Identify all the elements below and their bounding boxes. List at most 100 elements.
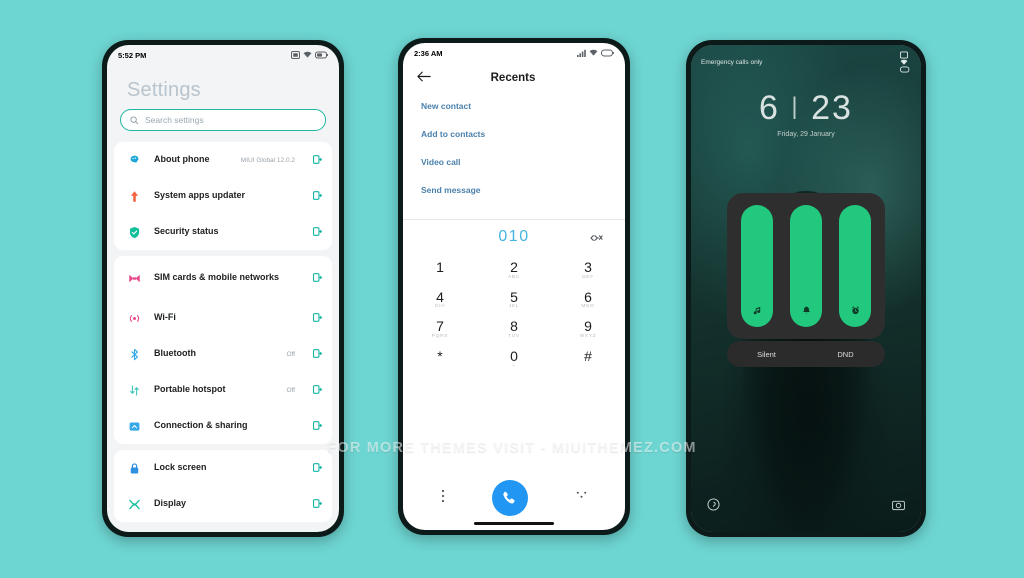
signal-icon [577,49,586,57]
dialpad-key-star[interactable]: * [403,343,477,373]
carrier-label: Emergency calls only [701,58,763,66]
dialpad-key-5[interactable]: 5 JKL [477,284,551,314]
clock-hour: 6 [759,89,780,127]
status-bar: 2:36 AM [403,43,625,63]
settings-item-label: Connection & sharing [154,420,248,431]
sidebar-item-lock-screen[interactable]: Lock screen [114,450,332,486]
key-digit: 6 [584,288,592,305]
sidebar-item-display[interactable]: Display [114,486,332,522]
settings-item-label: Display [154,498,187,509]
dialpad-key-hash[interactable]: # [551,343,625,373]
settings-item-label: Lock screen [154,462,207,473]
settings-item-label: Portable hotspot [154,384,226,395]
key-digit: 5 [510,288,518,305]
search-input[interactable]: Search settings [120,109,326,131]
chevron-right-icon [313,459,323,477]
clock-separator: | [791,93,800,120]
key-digit: 2 [510,259,518,275]
volume-mode-row: Silent DND [727,341,885,367]
status-bar-time: 2:36 AM [414,48,443,58]
key-letters: GHI [434,304,446,310]
battery-icon [315,51,328,59]
settings-item-label: Wi-Fi [154,312,176,323]
status-bar: 5:52 PM [107,45,339,65]
camera-icon[interactable] [892,498,905,516]
volume-slider-media[interactable] [741,205,773,327]
phone-call-icon[interactable] [491,480,528,516]
key-digit: 0 [510,348,518,365]
settings-item-value: Off [286,386,295,394]
chevron-right-icon [313,345,323,363]
settings-group: Lock screen Display [114,450,332,522]
chevron-right-icon [313,495,323,513]
dialpad-key-2[interactable]: 2 ABC [477,254,551,284]
sidebar-item-system-apps-updater[interactable]: System apps updater [114,178,332,214]
dnd-button[interactable]: DND [806,350,885,359]
dialpad-key-4[interactable]: 4 GHI [403,284,477,314]
action-send-message[interactable]: Send message [421,185,625,195]
key-digit: * [437,348,443,365]
lock-icon [127,462,142,475]
settings-group: About phone MIUI Global 12.0.2 System ap… [114,142,332,250]
backspace-icon[interactable] [590,230,603,248]
sidebar-item-bluetooth[interactable]: Bluetooth Off [114,336,332,372]
wifi-icon [900,59,908,65]
search-icon [130,115,139,124]
key-letters: PQRS [431,334,449,340]
dialpad-key-8[interactable]: 8 TUV [477,313,551,343]
settings-item-label: SIM cards & mobile networks [154,272,280,283]
dialpad: 1 2 ABC 3 DEF 4 GHI 5 JKL 6 MNO 7 PQRS 8 TUV 9W… [403,254,625,480]
dialer-bottom-bar [403,480,625,522]
volume-panel [727,193,885,339]
wifi-icon [303,51,312,58]
clock-minute: 23 [811,89,853,127]
dialpad-key-3[interactable]: 3 DEF [551,254,625,284]
settings-list: About phone MIUI Global 12.0.2 System ap… [107,142,339,532]
sim-icon [900,51,908,59]
key-digit: 8 [510,318,518,335]
phone-settings: 5:52 PM Settings Search settings About p… [102,40,344,537]
wifi-signal-icon [127,312,142,325]
dialpad-icon[interactable] [575,489,588,507]
key-digit: 3 [584,259,592,275]
dialpad-key-7[interactable]: 7 PQRS [403,313,477,343]
phone-lock-screen: Emergency calls only 6 | 23 Friday, 29 J… [686,40,926,537]
dialpad-key-1[interactable]: 1 [403,254,477,284]
battery-icon [900,66,910,73]
sidebar-item-portable-hotspot[interactable]: Portable hotspot Off [114,372,332,408]
hotspot-icon [127,384,142,397]
key-digit: 7 [436,318,444,335]
silent-button[interactable]: Silent [727,350,806,359]
sidebar-item-security-status[interactable]: Security status [114,214,332,250]
dialer-actions: New contact Add to contacts Video call S… [403,93,625,213]
key-letters: + [512,363,516,369]
action-video-call[interactable]: Video call [421,157,625,167]
flashlight-icon[interactable] [707,498,720,516]
settings-item-value: Off [286,350,295,358]
volume-slider-alarm[interactable] [839,205,871,327]
back-arrow-icon[interactable] [417,69,431,87]
sim-icon [291,51,300,59]
dialpad-key-6[interactable]: 6 MNO [551,284,625,314]
chevron-right-icon [313,151,323,169]
more-vertical-icon[interactable] [441,489,445,508]
display-icon [127,498,142,511]
settings-item-label: Bluetooth [154,348,196,359]
sidebar-item-connection-sharing[interactable]: Connection & sharing [114,408,332,444]
dialed-number: 010 [498,228,530,245]
sidebar-item-about-phone[interactable]: About phone MIUI Global 12.0.2 [114,142,332,178]
dialpad-key-0[interactable]: 0 + [477,343,551,373]
battery-icon [601,49,614,57]
action-add-to-contacts[interactable]: Add to contacts [421,129,625,139]
sidebar-item-sim-cards[interactable]: SIM cards & mobile networks [114,256,332,300]
sidebar-item-wifi[interactable]: Wi-Fi [114,300,332,336]
key-letters: JKL [508,304,520,310]
volume-slider-ring[interactable] [790,205,822,327]
dialpad-key-9[interactable]: 9 WXYZ [551,313,625,343]
chevron-right-icon [313,269,323,287]
settings-screen: 5:52 PM Settings Search settings About p… [107,45,339,532]
settings-item-label: About phone [154,154,210,165]
lock-shortcuts [691,498,921,516]
action-new-contact[interactable]: New contact [421,101,625,111]
dialed-number-display: 010 [403,220,625,254]
